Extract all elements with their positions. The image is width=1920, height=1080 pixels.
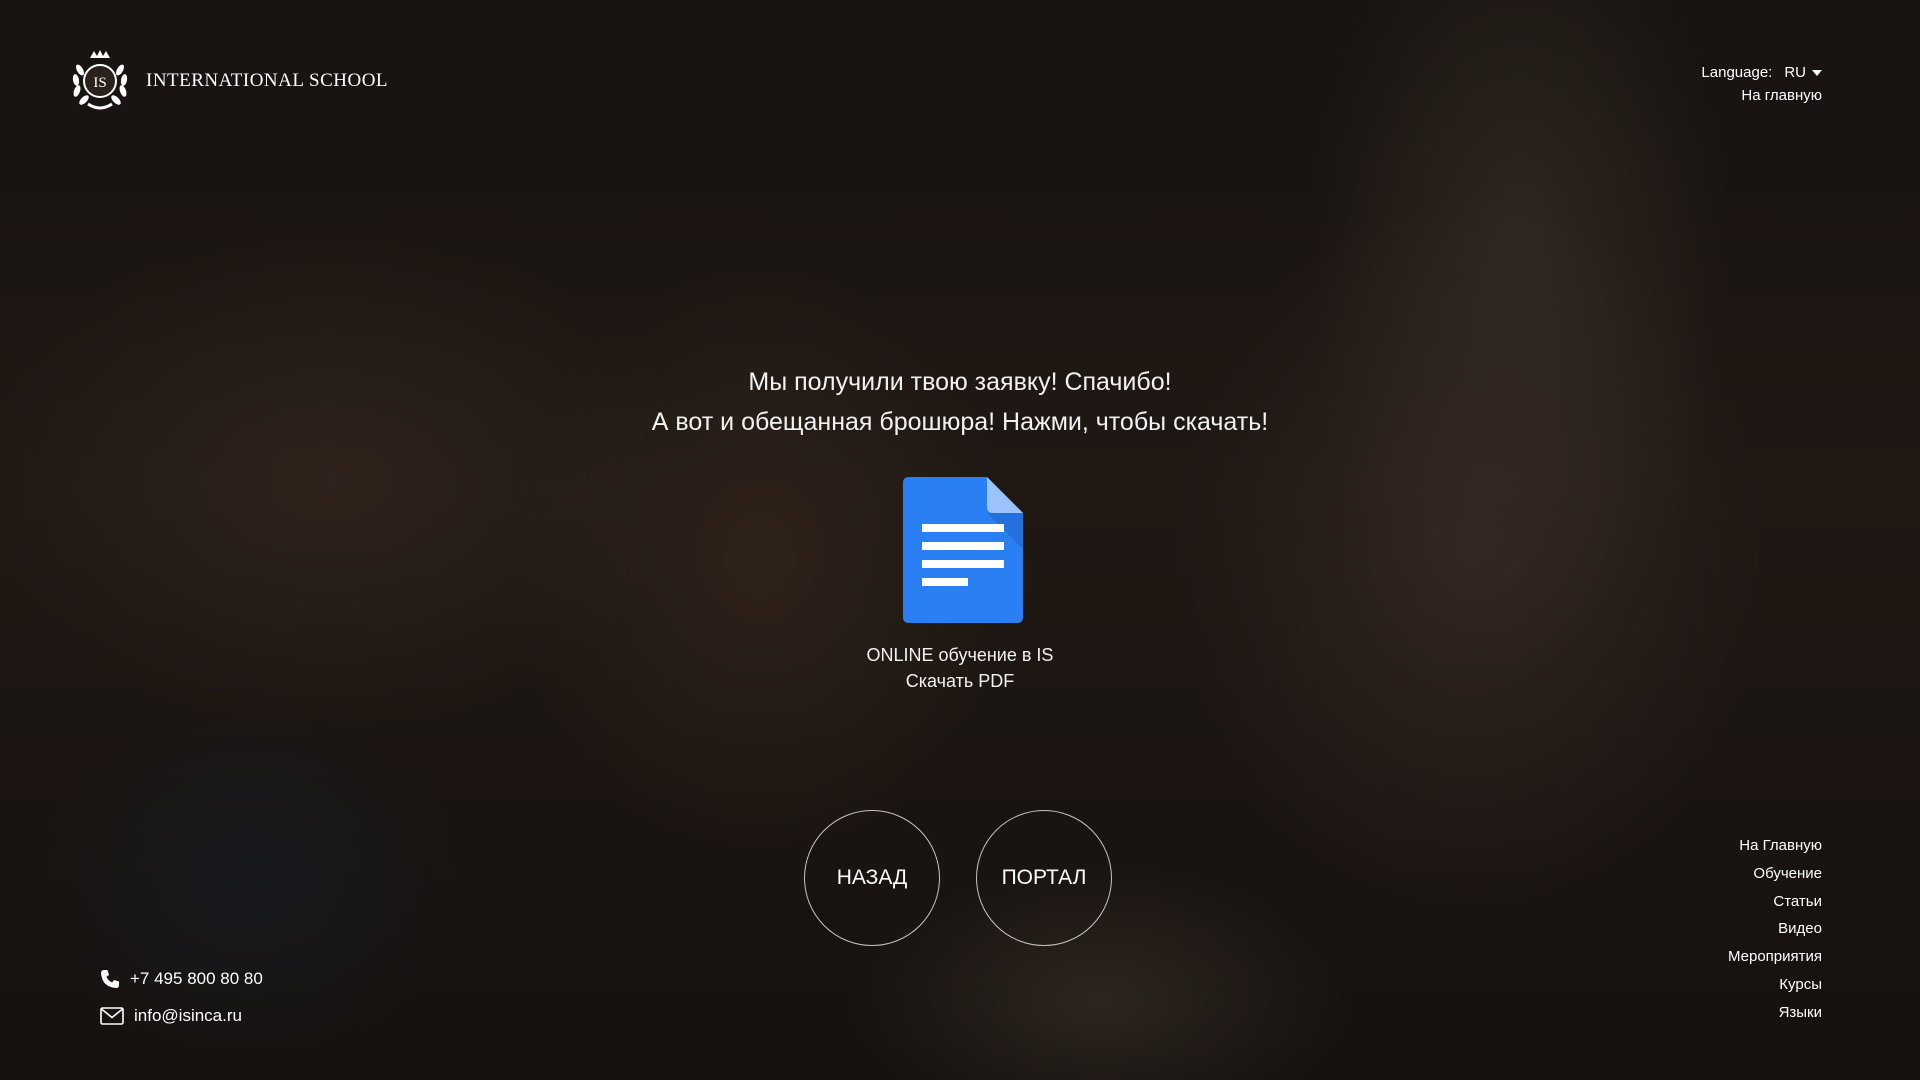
email-contact[interactable]: info@isinca.ru xyxy=(100,997,263,1034)
phone-icon xyxy=(101,969,119,988)
phone-contact[interactable]: +7 495 800 80 80 xyxy=(100,960,263,997)
language-label: Language: xyxy=(1701,64,1773,81)
contacts: +7 495 800 80 80 info@isinca.ru xyxy=(100,960,263,1034)
thank-you-message: Мы получили твою заявку! Спачибо! А вот … xyxy=(0,362,1920,442)
portal-button[interactable]: ПОРТАЛ xyxy=(976,810,1112,946)
document-icon[interactable] xyxy=(903,477,1023,623)
header-right: Language: RU На главную xyxy=(1701,64,1822,104)
language-value: RU xyxy=(1784,64,1806,81)
phone-number: +7 495 800 80 80 xyxy=(130,968,263,988)
caret-down-icon xyxy=(1812,69,1822,76)
message-line-2: А вот и обещанная брошюра! Нажми, чтобы … xyxy=(651,408,1269,436)
home-link[interactable]: На главную xyxy=(1701,87,1822,104)
back-button[interactable]: НАЗАД xyxy=(804,810,940,946)
brand-logo[interactable]: IS INTERNATIONAL SCHOOL xyxy=(68,48,388,114)
email-address: info@isinca.ru xyxy=(134,1005,242,1025)
brochure-title: ONLINE обучение в IS xyxy=(866,645,1054,665)
footer-nav-home[interactable]: На Главную xyxy=(1728,832,1822,860)
language-dropdown[interactable]: RU xyxy=(1784,64,1822,81)
brand-name: INTERNATIONAL SCHOOL xyxy=(146,70,389,91)
footer-nav-articles[interactable]: Статьи xyxy=(1728,888,1822,916)
envelope-icon xyxy=(100,1006,124,1025)
footer-nav: На Главную Обучение Статьи Видео Меропри… xyxy=(1728,832,1822,1027)
footer-nav-video[interactable]: Видео xyxy=(1728,915,1822,943)
crest-emblem-icon: IS xyxy=(72,50,128,110)
footer-nav-events[interactable]: Мероприятия xyxy=(1728,943,1822,971)
footer-nav-education[interactable]: Обучение xyxy=(1728,860,1822,888)
language-selector: Language: RU xyxy=(1701,64,1822,81)
download-pdf-link[interactable]: Скачать PDF xyxy=(0,668,1920,694)
footer-nav-courses[interactable]: Курсы xyxy=(1728,971,1822,999)
message-line-1: Мы получили твою заявку! Спачибо! xyxy=(748,368,1172,396)
footer-nav-languages[interactable]: Языки xyxy=(1728,999,1822,1027)
svg-text:IS: IS xyxy=(93,75,106,91)
brochure-caption[interactable]: ONLINE обучение в IS Скачать PDF xyxy=(0,642,1920,694)
